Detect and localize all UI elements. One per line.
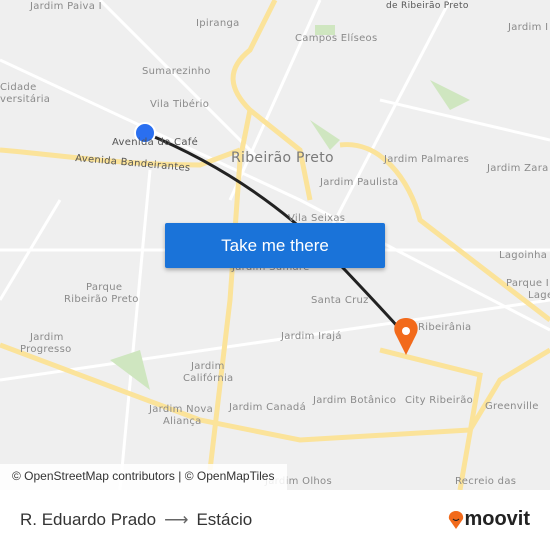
map-label: Parque I: [506, 278, 550, 289]
destination-marker: [394, 318, 418, 355]
map-label: Cidade: [0, 82, 37, 93]
map-label: Santa Cruz: [311, 295, 369, 306]
moovit-pin-icon: [449, 510, 464, 529]
map-label: Jardim Zara: [487, 163, 549, 174]
map-label: Avenida do Café: [112, 137, 199, 148]
map-label: Aliança: [163, 416, 202, 427]
map-label: Jardim Irajá: [281, 331, 342, 342]
brand-name: moovit: [464, 508, 530, 530]
arrow-right-icon: ⟶: [164, 510, 189, 529]
map-label: de Ribeirão Preto: [386, 1, 469, 11]
map-label: Jardim Botânico: [313, 395, 397, 406]
take-me-there-button[interactable]: Take me there: [165, 223, 385, 268]
map-label: Ipiranga: [196, 18, 240, 29]
moovit-logo: moovit: [448, 508, 530, 531]
map-label: Parque: [86, 282, 123, 293]
map-label: Jardim Paulista: [320, 177, 399, 188]
map-label: Califórnia: [183, 373, 234, 384]
map-label: Jardim Nova: [149, 404, 214, 415]
map-label: Jardim I: [508, 22, 549, 33]
map-label: versitária: [0, 94, 51, 105]
map-label: City Ribeirão: [405, 395, 474, 406]
map-label: Vila Tibério: [150, 99, 210, 110]
map[interactable]: Jardim Paiva I Ipiranga de Ribeirão Pret…: [0, 0, 550, 490]
map-label: Greenville: [485, 401, 539, 412]
destination-name: Estácio: [196, 510, 253, 529]
map-label: Ribeirão Preto: [231, 150, 334, 166]
map-label: Jardim Canadá: [229, 402, 307, 413]
map-label: Progresso: [20, 344, 72, 355]
map-label: Sumarezinho: [142, 66, 211, 77]
map-label: Ribeirânia: [418, 322, 472, 333]
map-label: Jardim Paiva I: [30, 1, 102, 12]
map-label: Jardim Palmares: [384, 154, 470, 165]
map-label: Campos Elíseos: [295, 33, 378, 44]
map-label: Recreio das: [455, 476, 517, 487]
origin-name: R. Eduardo Prado: [20, 510, 157, 529]
map-label: Ribeirão Preto: [64, 294, 139, 305]
map-attribution[interactable]: © OpenStreetMap contributors | © OpenMap…: [0, 464, 287, 490]
map-label: Lagoinha: [499, 250, 548, 261]
map-label: Jardim: [30, 332, 64, 343]
map-label: Lage: [528, 290, 550, 301]
map-label: Jardim: [191, 361, 225, 372]
